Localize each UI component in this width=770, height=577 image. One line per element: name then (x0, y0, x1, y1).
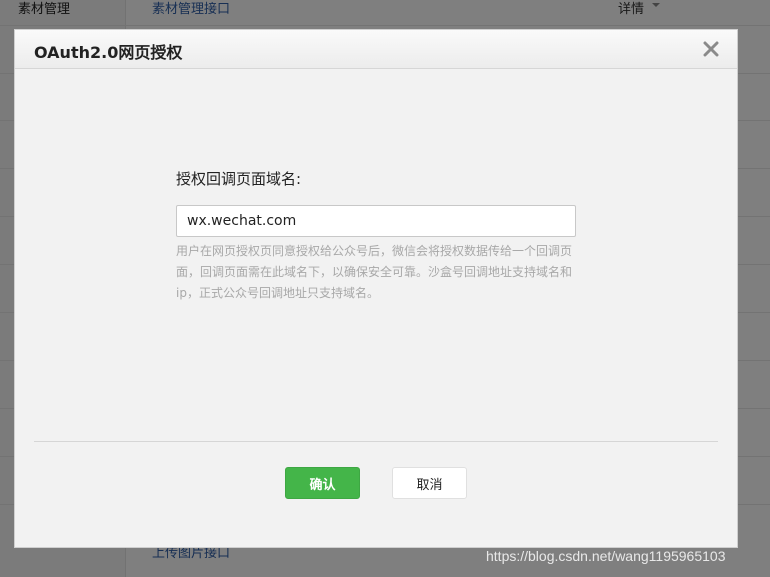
oauth-dialog: OAuth2.0网页授权 授权回调页面域名: 用户在网页授权页同意授权给公众号后… (14, 29, 738, 548)
dialog-title: OAuth2.0网页授权 (34, 43, 183, 62)
callback-domain-label: 授权回调页面域名: (176, 170, 302, 188)
confirm-button[interactable]: 确认 (285, 467, 360, 499)
close-icon[interactable] (703, 41, 719, 57)
cancel-button[interactable]: 取消 (392, 467, 467, 499)
dialog-header: OAuth2.0网页授权 (15, 30, 737, 69)
watermark-url: https://blog.csdn.net/wang1195965103 (486, 548, 726, 564)
callback-domain-input[interactable] (176, 205, 576, 237)
callback-domain-help-text: 用户在网页授权页同意授权给公众号后，微信会将授权数据传给一个回调页面，回调页面需… (176, 244, 573, 300)
dialog-footer-divider (34, 441, 718, 442)
